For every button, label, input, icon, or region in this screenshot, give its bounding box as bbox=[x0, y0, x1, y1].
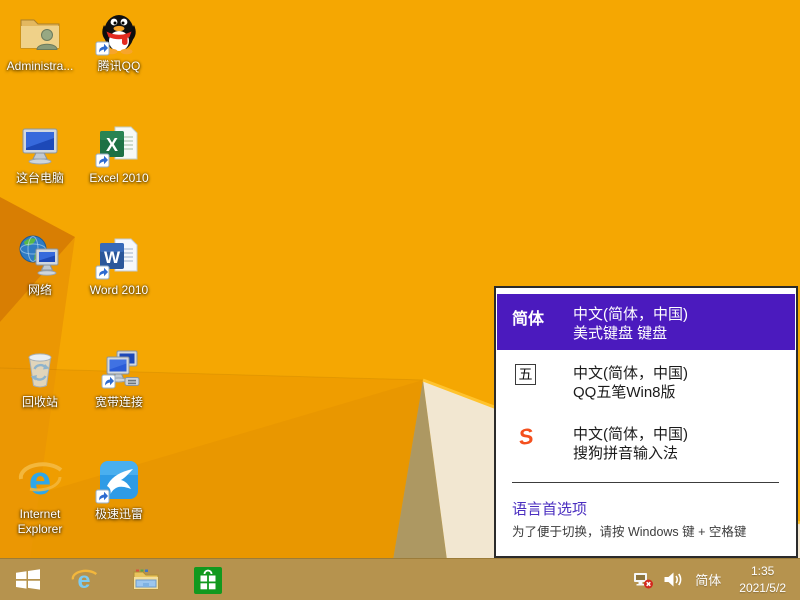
ime-item-qq-wubi[interactable]: 五 中文(简体，中国) QQ五笔Win8版 bbox=[497, 364, 795, 408]
taskbar-ie-button[interactable]: e bbox=[62, 559, 106, 600]
ime-name-line: 美式键盘 键盘 bbox=[573, 324, 795, 343]
clock-time: 1:35 bbox=[739, 563, 786, 579]
popup-divider bbox=[512, 482, 779, 483]
user-folder-icon bbox=[16, 8, 64, 56]
icon-label: 网络 bbox=[1, 283, 79, 298]
taskbar-store-button[interactable] bbox=[186, 559, 230, 600]
icon-label: Administra... bbox=[1, 59, 79, 74]
desktop-icon-internet-explorer[interactable]: e Internet Explorer bbox=[1, 456, 79, 537]
ime-tray-indicator[interactable]: 简体 bbox=[692, 570, 724, 589]
icon-label: Word 2010 bbox=[80, 283, 158, 298]
ime-name-line: 搜狗拼音输入法 bbox=[573, 444, 795, 463]
language-preferences-link[interactable]: 语言首选项 bbox=[512, 498, 587, 519]
taskbar: e bbox=[0, 558, 800, 600]
computer-icon bbox=[16, 120, 64, 168]
language-popup: 简体 中文(简体，中国) 美式键盘 键盘 五 中文(简体，中国) QQ五笔Win… bbox=[494, 286, 798, 558]
desktop-icon-word[interactable]: W Word 2010 bbox=[80, 232, 158, 298]
start-button[interactable] bbox=[6, 559, 50, 600]
taskbar-file-explorer-button[interactable] bbox=[124, 559, 168, 600]
ime-name-line: QQ五笔Win8版 bbox=[573, 383, 795, 402]
thunder-bird-icon bbox=[95, 456, 143, 504]
speaker-icon bbox=[663, 571, 683, 588]
ime-item-sogou-pinyin[interactable]: S 中文(简体，中国) 搜狗拼音输入法 bbox=[497, 425, 795, 469]
desktop-icon-recycle-bin[interactable]: 回收站 bbox=[1, 344, 79, 410]
desktop-icon-broadband[interactable]: 宽带连接 bbox=[80, 344, 158, 410]
desktop-icon-network[interactable]: 网络 bbox=[1, 232, 79, 298]
desktop-icon-qq[interactable]: 腾讯QQ bbox=[80, 8, 158, 74]
desktop: Administra... 腾讯QQ bbox=[0, 0, 800, 600]
shortcut-arrow-badge bbox=[96, 266, 109, 279]
icon-label: 腾讯QQ bbox=[80, 59, 158, 74]
icon-label: 极速迅雷 bbox=[80, 507, 158, 522]
qq-penguin-icon bbox=[95, 8, 143, 56]
network-disconnected-icon bbox=[633, 571, 654, 589]
shortcut-arrow-badge bbox=[102, 375, 115, 388]
desktop-icon-this-pc[interactable]: 这台电脑 bbox=[1, 120, 79, 186]
icon-label: 回收站 bbox=[1, 395, 79, 410]
network-globe-icon bbox=[16, 232, 64, 280]
icon-label: Excel 2010 bbox=[80, 171, 158, 186]
file-explorer-icon bbox=[132, 567, 160, 592]
ime-badge-jianti: 简体 bbox=[512, 311, 544, 328]
icon-label: Internet Explorer bbox=[1, 507, 79, 537]
volume-button[interactable] bbox=[663, 571, 683, 588]
desktop-icon-administrator[interactable]: Administra... bbox=[1, 8, 79, 74]
desktop-icon-thunder[interactable]: 极速迅雷 bbox=[80, 456, 158, 522]
icon-label: 这台电脑 bbox=[1, 171, 79, 186]
recycle-bin-icon bbox=[16, 344, 64, 392]
ime-item-us-keyboard[interactable]: 简体 中文(简体，中国) 美式键盘 键盘 bbox=[497, 294, 795, 350]
ime-language-line: 中文(简体，中国) bbox=[573, 425, 795, 444]
desktop-icon-excel[interactable]: X Excel 2010 bbox=[80, 120, 158, 186]
broadband-connection-icon bbox=[95, 344, 143, 392]
svg-text:W: W bbox=[104, 248, 121, 267]
ie-icon: e bbox=[16, 456, 64, 504]
wubi-icon: 五 bbox=[515, 364, 536, 385]
icon-label: 宽带连接 bbox=[80, 395, 158, 410]
ime-language-line: 中文(简体，中国) bbox=[573, 305, 795, 324]
windows-logo-icon bbox=[15, 568, 41, 591]
word-icon: W bbox=[95, 232, 143, 280]
svg-text:X: X bbox=[106, 135, 118, 155]
ie-icon: e bbox=[70, 566, 98, 594]
shortcut-arrow-badge bbox=[96, 490, 109, 503]
windows-store-icon bbox=[193, 565, 223, 595]
sogou-icon: S bbox=[512, 423, 539, 450]
system-tray: 简体 1:35 2021/5/2 bbox=[633, 559, 800, 600]
excel-icon: X bbox=[95, 120, 143, 168]
shortcut-hint-text: 为了便于切换，请按 Windows 键 + 空格键 bbox=[512, 521, 746, 540]
clock-date: 2021/5/2 bbox=[739, 580, 786, 596]
ime-language-line: 中文(简体，中国) bbox=[573, 364, 795, 383]
shortcut-arrow-badge bbox=[96, 42, 109, 55]
clock[interactable]: 1:35 2021/5/2 bbox=[733, 563, 792, 595]
shortcut-arrow-badge bbox=[96, 154, 109, 167]
network-status-button[interactable] bbox=[633, 571, 654, 589]
